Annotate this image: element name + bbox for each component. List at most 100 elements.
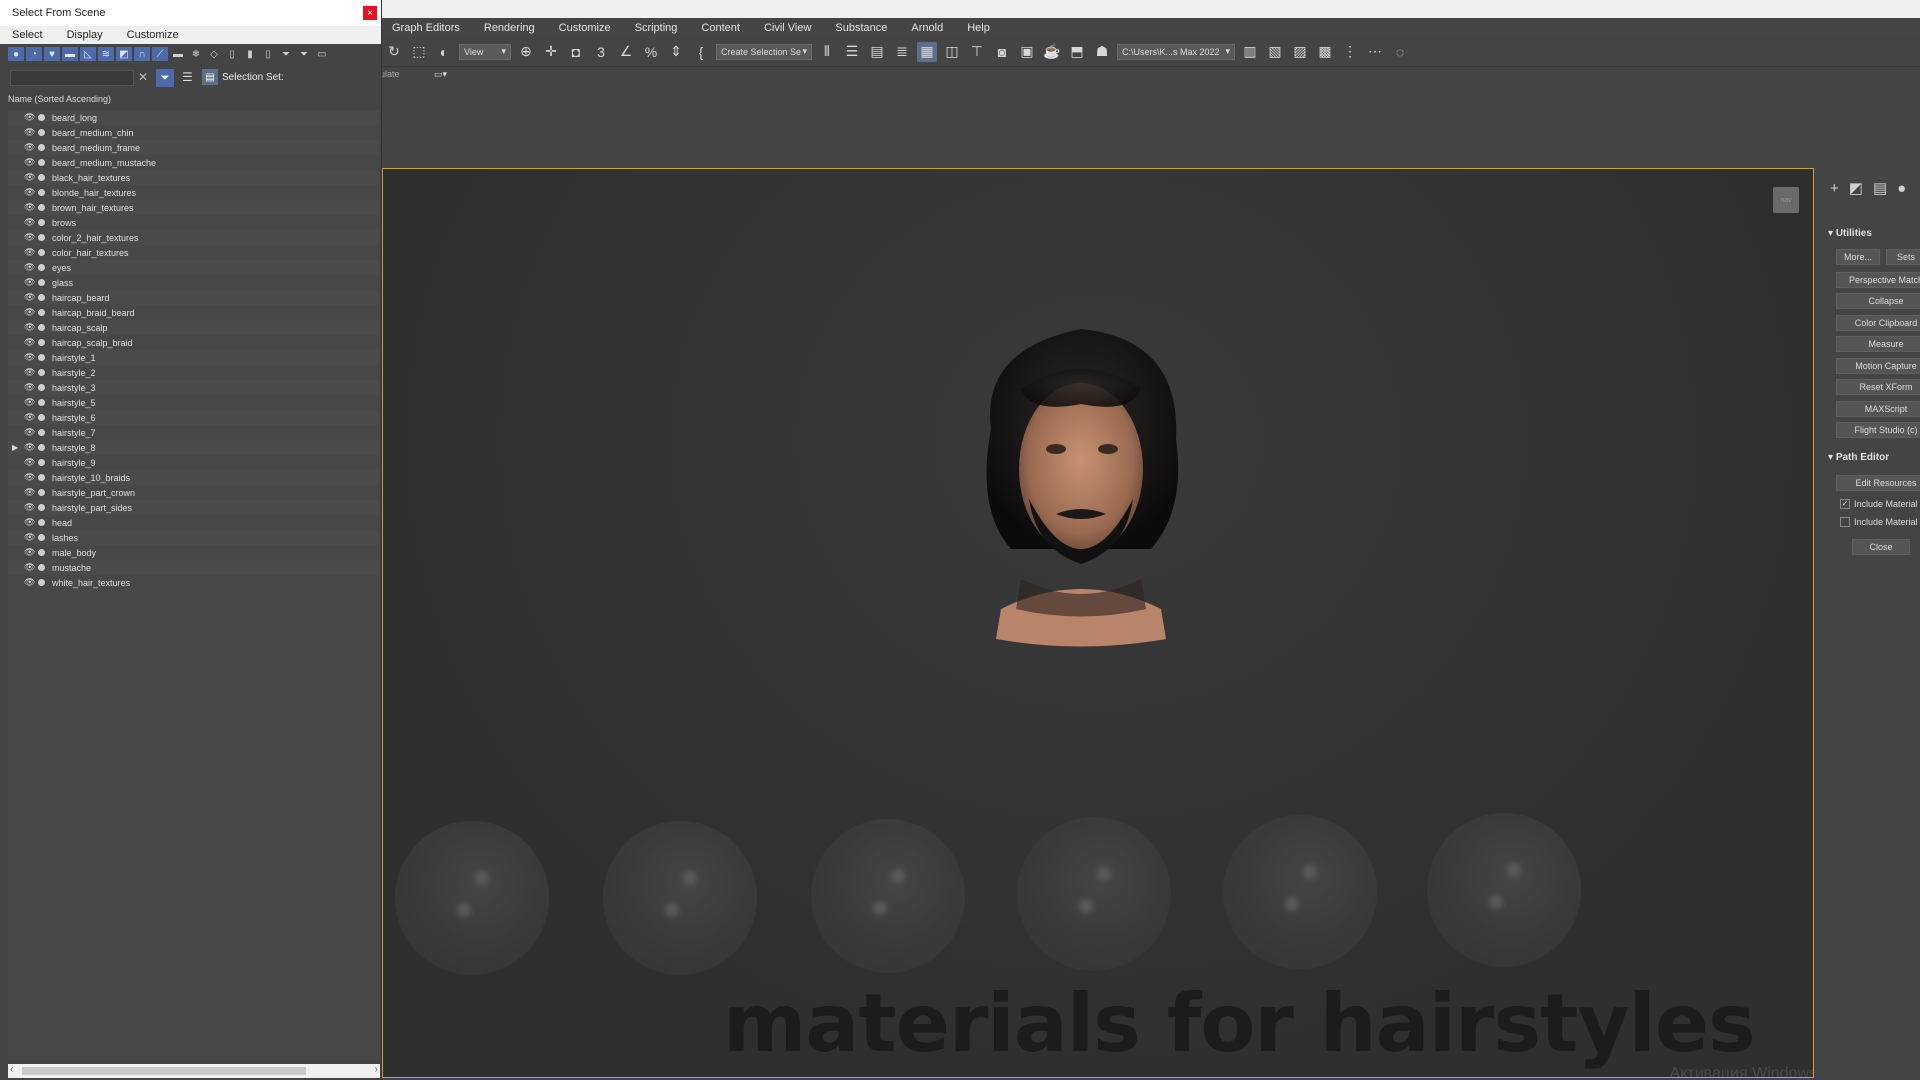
funnel-icon[interactable]: ⏷ [296,47,312,61]
utility-flight-studio-button[interactable]: Flight Studio (c) [1836,422,1920,438]
move-icon[interactable]: ✛ [541,42,561,62]
filter-bones-icon[interactable]: ⟋ [152,47,168,61]
freeze-dot-icon[interactable] [38,264,45,271]
visibility-eye-icon[interactable]: 👁 [24,262,35,273]
scroll-left-icon[interactable]: ‹ [10,1064,13,1075]
utility-perspective-match-button[interactable]: Perspective Match [1836,272,1920,288]
freeze-dot-icon[interactable] [38,309,45,316]
freeze-dot-icon[interactable] [38,489,45,496]
list-item[interactable]: 👁 male_body [8,545,380,560]
menu-content[interactable]: Content [689,22,752,34]
freeze-dot-icon[interactable] [38,174,45,181]
manage-workspace-icon[interactable]: ▩ [1315,42,1335,62]
utilities-tab-icon[interactable]: ● [1897,180,1906,197]
list-item[interactable]: 👁 color_hair_textures [8,245,380,260]
sets-button[interactable]: Sets [1886,249,1920,265]
visibility-eye-icon[interactable]: 👁 [24,337,35,348]
reference-coord-dropdown[interactable]: View ▾ [459,43,511,60]
list-item[interactable]: 👁 brown_hair_textures [8,200,380,215]
freeze-dot-icon[interactable] [38,279,45,286]
visibility-eye-icon[interactable]: 👁 [24,202,35,213]
filter-funnel-icon[interactable]: ⏷ [156,69,174,87]
freeze-dot-icon[interactable] [38,549,45,556]
percent-snap-icon[interactable]: % [641,42,661,62]
list-item[interactable]: 👁 hairstyle_9 [8,455,380,470]
list-item[interactable]: 👁 hairstyle_6 [8,410,380,425]
freeze-dot-icon[interactable] [38,144,45,151]
render-production-icon[interactable]: ⬒ [1067,42,1087,62]
visibility-eye-icon[interactable]: 👁 [24,292,35,303]
render-frame-icon[interactable]: ☕ [1042,42,1062,62]
menu-scripting[interactable]: Scripting [623,22,690,34]
visibility-eye-icon[interactable]: 👁 [24,322,35,333]
freeze-dot-icon[interactable] [38,339,45,346]
freeze-dot-icon[interactable] [38,414,45,421]
visibility-eye-icon[interactable]: 👁 [24,112,35,123]
visibility-eye-icon[interactable]: 👁 [24,442,35,453]
schematic-view-icon[interactable]: ⊤ [967,42,987,62]
freeze-dot-icon[interactable] [38,444,45,451]
list-item[interactable]: 👁 haircap_braid_beard [8,305,380,320]
filter-by-type-icon[interactable]: ⏷ [278,47,294,61]
visibility-eye-icon[interactable]: 👁 [24,127,35,138]
filter-groups-icon[interactable]: ◩ [116,47,132,61]
visibility-eye-icon[interactable]: 👁 [24,157,35,168]
visibility-eye-icon[interactable]: 👁 [24,457,35,468]
workspace-icon[interactable]: ▨ [1290,42,1310,62]
hierarchy-tab-icon[interactable]: ▤ [1873,179,1887,197]
freeze-dot-icon[interactable] [38,429,45,436]
manipulate-icon[interactable]: ◘ [566,42,586,62]
render-teapot-icon[interactable]: ☗ [1092,42,1112,62]
visibility-eye-icon[interactable]: 👁 [24,247,35,258]
visibility-eye-icon[interactable]: 👁 [24,187,35,198]
list-item[interactable]: 👁 beard_medium_mustache [8,155,380,170]
snap-3d-icon[interactable]: 3 [591,42,611,62]
horizontal-scrollbar[interactable]: ‹ › [8,1064,380,1078]
freeze-dot-icon[interactable] [38,159,45,166]
utilities-rollout-title[interactable]: Utilities [1828,228,1872,239]
filter-hidden-icon[interactable]: ◇ [206,47,222,61]
list-item[interactable]: 👁 hairstyle_part_crown [8,485,380,500]
freeze-dot-icon[interactable] [38,324,45,331]
visibility-eye-icon[interactable]: 👁 [24,352,35,363]
filter-none-icon[interactable]: ▮ [242,47,258,61]
freeze-dot-icon[interactable] [38,369,45,376]
list-item[interactable]: 👁 blonde_hair_textures [8,185,380,200]
visibility-eye-icon[interactable]: 👁 [24,487,35,498]
selection-set-icon[interactable]: ▤ [202,69,218,85]
spinner-snap-icon[interactable]: ⇕ [666,42,686,62]
perspective-viewport[interactable]: nav materials for hairstyles Активация W… [382,168,1814,1078]
visibility-eye-icon[interactable]: 👁 [24,367,35,378]
freeze-dot-icon[interactable] [38,219,45,226]
freeze-dot-icon[interactable] [38,204,45,211]
utility-measure-button[interactable]: Measure [1836,336,1920,352]
menu-customize[interactable]: Customize [547,22,623,34]
dotted-circle-icon[interactable]: ◌ [1390,42,1410,62]
layers-icon[interactable]: ☰ [182,70,193,84]
curve-editor-icon[interactable]: ◫ [942,42,962,62]
list-item[interactable]: 👁 hairstyle_part_sides [8,500,380,515]
search-input[interactable] [10,70,134,86]
more-button[interactable]: More... [1836,249,1880,265]
visibility-eye-icon[interactable]: 👁 [24,412,35,423]
freeze-dot-icon[interactable] [38,114,45,121]
visibility-eye-icon[interactable]: 👁 [24,427,35,438]
list-item[interactable]: 👁 haircap_scalp [8,320,380,335]
list-item[interactable]: 👁 hairstyle_10_braids [8,470,380,485]
freeze-dot-icon[interactable] [38,234,45,241]
list-item[interactable]: ▶ 👁 hairstyle_8 [8,440,380,455]
list-item[interactable]: 👁 glass [8,275,380,290]
list-item[interactable]: 👁 mustache [8,560,380,575]
visibility-eye-icon[interactable]: 👁 [24,142,35,153]
freeze-dot-icon[interactable] [38,504,45,511]
menu-graph-editors[interactable]: Graph Editors [380,22,472,34]
list-item[interactable]: 👁 lashes [8,530,380,545]
filter-lights-icon[interactable]: ♥ [44,47,60,61]
filter-containers-icon[interactable]: ▬ [170,47,186,61]
list-item[interactable]: 👁 haircap_scalp_braid [8,335,380,350]
head-model[interactable] [961,309,1201,649]
list-item[interactable]: 👁 haircap_beard [8,290,380,305]
menu-rendering[interactable]: Rendering [472,22,547,34]
camera-icon[interactable]: ▭▾ [434,69,447,80]
list-item[interactable]: 👁 hairstyle_1 [8,350,380,365]
